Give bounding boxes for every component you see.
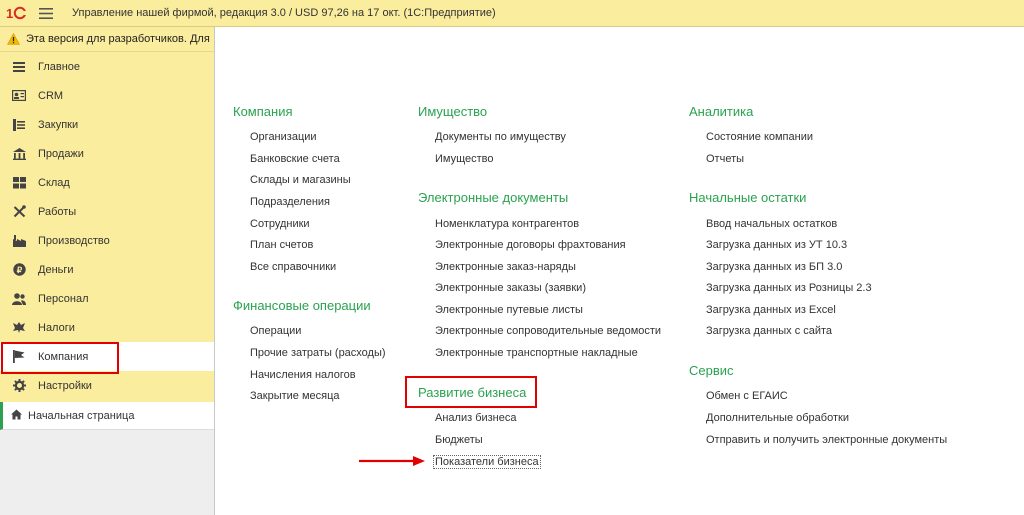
link-e-putevye-listy[interactable]: Электронные путевые листы [435,304,583,316]
sidebar-item-dengi[interactable]: ₽ Деньги [0,255,214,284]
link-sklady-i-magaziny[interactable]: Склады и магазины [250,174,351,186]
1c-logo: 1 [0,0,34,27]
section-title-fin-ops: Финансовые операции [233,298,371,313]
warehouse-icon [12,176,26,190]
link-podrazdeleniya[interactable]: Подразделения [250,196,330,208]
menu-lines-icon [12,60,26,74]
section-title-nach-ostatki: Начальные остатки [689,190,807,205]
section-title-imushchestvo: Имущество [418,104,488,119]
contact-card-icon [12,89,26,103]
link-vse-spravochniki[interactable]: Все справочники [250,261,336,273]
link-obmen-egais[interactable]: Обмен с ЕГАИС [706,390,788,402]
link-zagruzka-sayt[interactable]: Загрузка данных с сайта [706,325,832,337]
link-e-zakaz-naryady[interactable]: Электронные заказ-наряды [435,261,576,273]
link-zagruzka-excel[interactable]: Загрузка данных из Excel [706,304,836,316]
sidebar-item-proizvodstvo[interactable]: Производство [0,226,214,255]
link-e-transportnye-nakladnye[interactable]: Электронные транспортные накладные [435,347,638,359]
sidebar-item-glavnoe[interactable]: Главное [0,52,214,81]
link-zakrytie-mesyatsa[interactable]: Закрытие месяца [250,390,340,402]
section-title-analitika: Аналитика [689,104,754,119]
link-e-soprovoditelnye-vedomosti[interactable]: Электронные сопроводительные ведомости [435,325,661,337]
main-menu-icon[interactable] [34,0,58,27]
sidebar-item-sklad[interactable]: Склад [0,168,214,197]
link-nomenklatura-kontragentov[interactable]: Номенклатура контрагентов [435,218,579,230]
link-organizatsii[interactable]: Организации [250,131,317,143]
link-zagruzka-roznitsa[interactable]: Загрузка данных из Розницы 2.3 [706,282,872,294]
home-tab-label: Начальная страница [28,409,135,422]
sidebar-item-label: Главное [38,60,81,73]
red-arrow-icon [359,456,425,466]
link-prochie-zatraty[interactable]: Прочие затраты (расходы) [250,347,386,359]
link-bankovskie-scheta[interactable]: Банковские счета [250,153,340,165]
sidebar-item-zakupki[interactable]: Закупки [0,110,214,139]
link-e-zakazy-zayavki[interactable]: Электронные заказы (заявки) [435,282,586,294]
link-e-dogovory-frakhtovaniya[interactable]: Электронные договоры фрахтования [435,239,626,251]
section-title-servis: Сервис [689,363,734,378]
link-zagruzka-ut[interactable]: Загрузка данных из УТ 10.3 [706,239,847,251]
sidebar-item-label: Работы [38,205,77,218]
home-page-tab[interactable]: Начальная страница [0,402,214,430]
link-dokumenty-po-imushchestvu[interactable]: Документы по имуществу [435,131,566,143]
sidebar: Главное CRM Закупки Продажи Склад Работы [0,52,214,402]
sidebar-item-label: CRM [38,89,64,102]
link-otchety[interactable]: Отчеты [706,153,744,165]
link-sotrudniki[interactable]: Сотрудники [250,218,310,230]
people-icon [12,292,26,306]
link-nachisleniya-nalogov[interactable]: Начисления налогов [250,369,356,381]
link-plan-schetov[interactable]: План счетов [250,239,313,251]
warning-icon [0,33,26,45]
emblem-icon [12,321,26,335]
purchase-icon [12,118,26,132]
sidebar-item-raboty[interactable]: Работы [0,197,214,226]
sidebar-item-prodazhi[interactable]: Продажи [0,139,214,168]
sidebar-item-label: Компания [38,350,89,363]
link-sostoyanie-kompanii[interactable]: Состояние компании [706,131,813,143]
gear-icon [12,379,26,393]
svg-text:₽: ₽ [16,265,22,275]
open-windows-panel: Начальная страница [0,402,214,515]
sidebar-item-label: Персонал [38,292,89,305]
sidebar-item-crm[interactable]: CRM [0,81,214,110]
tools-icon [12,205,26,219]
sidebar-item-personal[interactable]: Персонал [0,284,214,313]
svg-text:1: 1 [6,6,13,20]
sidebar-item-nalogi[interactable]: Налоги [0,313,214,342]
dev-notice-text: Эта версия для разработчиков. Для [26,33,210,45]
link-pokazateli-biznesa[interactable]: Показатели бизнеса [433,455,541,469]
link-imushchestvo[interactable]: Имущество [435,153,494,165]
sidebar-item-label: Производство [38,234,110,247]
link-vvod-nachalnykh-ostatkov[interactable]: Ввод начальных остатков [706,218,837,230]
section-title-kompaniya: Компания [233,104,293,119]
sidebar-item-nastroyki[interactable]: Настройки [0,371,214,400]
link-analiz-biznesa[interactable]: Анализ бизнеса [435,412,517,424]
sidebar-item-label: Склад [38,176,70,189]
window-title: Управление нашей фирмой, редакция 3.0 / … [72,7,496,19]
link-zagruzka-bp[interactable]: Загрузка данных из БП 3.0 [706,261,842,273]
link-dopolnitelnye-obrabotki[interactable]: Дополнительные обработки [706,412,849,424]
sidebar-item-kompaniya[interactable]: Компания [0,342,214,371]
section-title-edocs: Электронные документы [418,190,569,205]
sidebar-item-label: Налоги [38,321,75,334]
home-icon [11,409,22,423]
sidebar-item-label: Настройки [38,379,92,392]
link-operatsii[interactable]: Операции [250,325,301,337]
link-otpravit-poluchit-edocs[interactable]: Отправить и получить электронные докумен… [706,434,947,446]
sidebar-item-label: Закупки [38,118,79,131]
flag-icon [12,350,26,364]
coin-icon: ₽ [12,263,26,277]
factory-icon [12,234,26,248]
title-bar: 1 Управление нашей фирмой, редакция 3.0 … [0,0,1024,27]
link-byudzhety[interactable]: Бюджеты [435,434,483,446]
sidebar-item-label: Деньги [38,263,74,276]
shop-icon [12,147,26,161]
dev-notice-bar[interactable]: Эта версия для разработчиков. Для [0,27,214,52]
sidebar-item-label: Продажи [38,147,84,160]
section-title-razvitie: Развитие бизнеса [418,385,527,400]
panel-divider [214,27,215,515]
